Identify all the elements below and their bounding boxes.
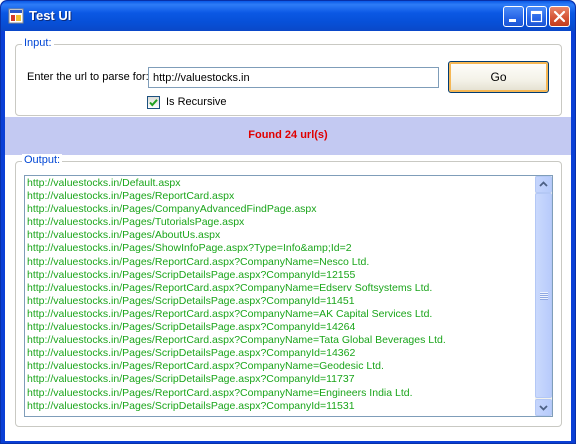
list-item[interactable]: http://valuestocks.in/Pages/ReportCard.a… bbox=[27, 282, 535, 295]
url-input[interactable] bbox=[148, 67, 439, 88]
list-item[interactable]: http://valuestocks.in/Pages/TutorialsPag… bbox=[27, 216, 535, 229]
checkmark-icon bbox=[149, 99, 158, 107]
input-group-legend: Input: bbox=[22, 37, 54, 49]
list-item[interactable]: http://valuestocks.in/Pages/ReportCard.a… bbox=[27, 190, 535, 203]
app-window: Test UI Input: Enter the url to parse fo… bbox=[0, 0, 576, 444]
app-icon bbox=[8, 8, 24, 24]
close-icon bbox=[553, 10, 566, 23]
output-group-legend: Output: bbox=[22, 154, 63, 166]
list-item[interactable]: http://valuestocks.in/Pages/ReportCard.a… bbox=[27, 387, 535, 400]
list-item[interactable]: http://valuestocks.in/Pages/ReportCard.a… bbox=[27, 360, 535, 373]
list-item[interactable]: http://valuestocks.in/Pages/AboutUs.aspx bbox=[27, 229, 535, 242]
list-item[interactable]: http://valuestocks.in/Pages/ReportCard.a… bbox=[27, 256, 535, 269]
list-item[interactable]: http://valuestocks.in/Pages/CompanyAdvan… bbox=[27, 203, 535, 216]
scroll-down-button[interactable] bbox=[535, 399, 552, 416]
maximize-icon bbox=[530, 10, 543, 23]
url-list: http://valuestocks.in/Default.aspx http:/… bbox=[27, 177, 535, 413]
list-item[interactable]: http://valuestocks.in/Pages/ScripDetails… bbox=[27, 295, 535, 308]
vertical-scrollbar[interactable] bbox=[535, 176, 552, 416]
scroll-up-button[interactable] bbox=[535, 176, 552, 193]
chevron-up-icon bbox=[539, 181, 548, 187]
recursive-checkbox-label[interactable]: Is Recursive bbox=[166, 96, 227, 108]
list-item[interactable]: http://valuestocks.in/Default.aspx bbox=[27, 177, 535, 190]
title-bar[interactable]: Test UI bbox=[1, 1, 575, 31]
list-item[interactable]: http://valuestocks.in/Pages/ScripDetails… bbox=[27, 347, 535, 360]
list-item[interactable]: http://valuestocks.in/Pages/ScripDetails… bbox=[27, 400, 535, 413]
list-item[interactable]: http://valuestocks.in/Pages/ScripDetails… bbox=[27, 321, 535, 334]
maximize-button[interactable] bbox=[526, 6, 547, 27]
close-button[interactable] bbox=[549, 6, 570, 27]
minimize-button[interactable] bbox=[503, 6, 524, 27]
recursive-checkbox[interactable] bbox=[147, 96, 160, 109]
output-listbox[interactable]: http://valuestocks.in/Default.aspx http:/… bbox=[24, 175, 553, 417]
status-text: Found 24 url(s) bbox=[248, 129, 328, 141]
list-item[interactable]: http://valuestocks.in/Pages/ReportCard.a… bbox=[27, 308, 535, 321]
list-item[interactable]: http://valuestocks.in/Pages/ScripDetails… bbox=[27, 373, 535, 386]
window-client-area: Input: Enter the url to parse for: Go Is… bbox=[5, 31, 571, 441]
go-button[interactable]: Go bbox=[448, 61, 549, 93]
url-label: Enter the url to parse for: bbox=[27, 71, 149, 83]
list-item[interactable]: http://valuestocks.in/Pages/ShowInfoPage… bbox=[27, 242, 535, 255]
grip-icon bbox=[540, 292, 548, 300]
list-item[interactable]: http://valuestocks.in/Pages/ReportCard.a… bbox=[27, 334, 535, 347]
list-item[interactable]: http://valuestocks.in/Pages/ScripDetails… bbox=[27, 269, 535, 282]
scroll-thumb[interactable] bbox=[535, 193, 552, 398]
window-title: Test UI bbox=[29, 8, 72, 23]
chevron-down-icon bbox=[539, 405, 548, 411]
minimize-icon bbox=[509, 19, 516, 22]
